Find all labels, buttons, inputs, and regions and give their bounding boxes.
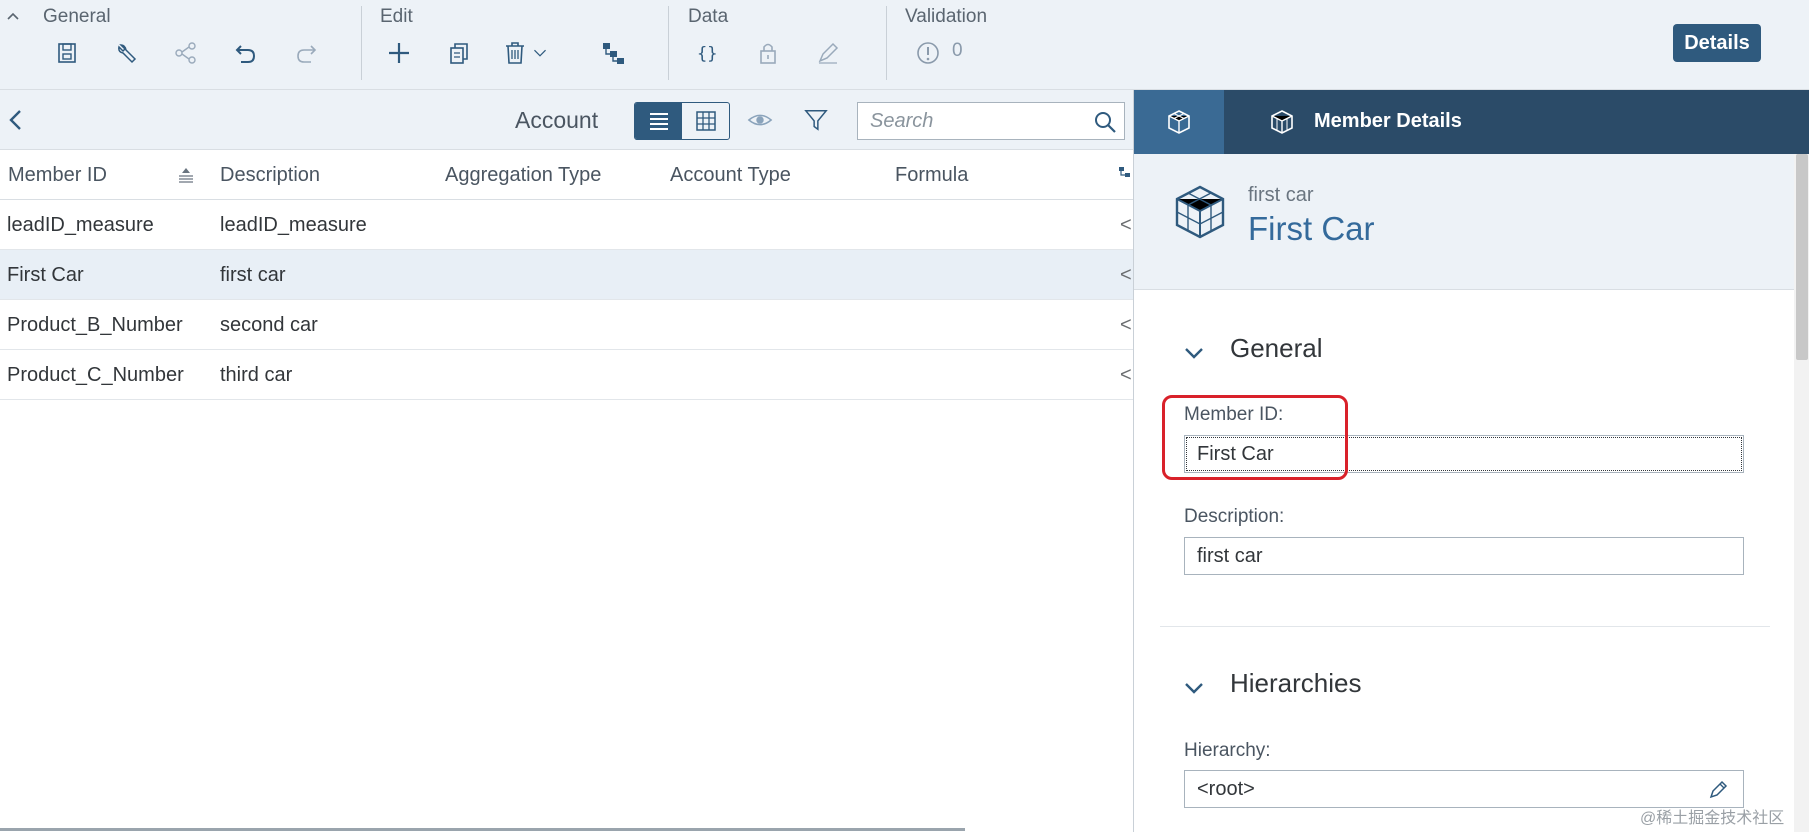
list-icon xyxy=(649,113,668,130)
cell-truncated: < xyxy=(1120,364,1132,386)
toolbar-separator xyxy=(668,6,669,80)
member-id-field[interactable]: First Car xyxy=(1184,435,1744,473)
wrench-icon[interactable] xyxy=(110,36,144,70)
toolbar-separator xyxy=(886,6,887,80)
cell-member-id: leadID_measure xyxy=(7,214,154,236)
table-row[interactable]: Product_B_Number second car < xyxy=(0,300,1133,350)
edit-pen-icon[interactable] xyxy=(811,36,845,70)
back-arrow-icon[interactable] xyxy=(4,106,28,134)
table-row[interactable]: Product_C_Number third car < xyxy=(0,350,1133,400)
column-header-aggregation-type[interactable]: Aggregation Type xyxy=(445,164,601,187)
horizontal-scrollbar[interactable] xyxy=(0,828,965,831)
cell-member-id: Product_C_Number xyxy=(7,364,184,386)
group-label-data: Data xyxy=(688,6,729,27)
pencil-icon[interactable] xyxy=(1707,779,1729,801)
hierarchy-field[interactable]: <root> xyxy=(1184,770,1744,808)
cell-description: third car xyxy=(220,364,293,386)
column-header-account-type[interactable]: Account Type xyxy=(670,164,791,187)
warning-circle-icon[interactable] xyxy=(911,36,945,70)
tab-dimension[interactable] xyxy=(1134,90,1224,154)
table-row[interactable]: leadID_measure leadID_measure < xyxy=(0,200,1133,250)
chevron-down-icon xyxy=(1185,348,1203,359)
add-icon[interactable] xyxy=(382,36,416,70)
object-header: first car First Car xyxy=(1134,154,1794,290)
svg-text:{}: {} xyxy=(697,44,717,64)
details-panel-header: Member Details xyxy=(1134,90,1809,154)
list-view-button[interactable] xyxy=(635,103,682,139)
hierarchy-value: <root> xyxy=(1197,777,1255,800)
chevron-down-icon xyxy=(1185,683,1203,694)
hierarchy-icon xyxy=(1119,167,1130,177)
hierarchy-label: Hierarchy: xyxy=(1184,740,1271,761)
redo-icon[interactable] xyxy=(289,36,323,70)
scrollbar-thumb[interactable] xyxy=(1796,154,1808,360)
cell-member-id: First Car xyxy=(7,264,84,286)
group-label-edit: Edit xyxy=(380,6,413,27)
copy-icon[interactable] xyxy=(442,36,476,70)
grid-subbar: Account xyxy=(0,90,1133,150)
cube-icon xyxy=(1168,110,1190,134)
vertical-scrollbar xyxy=(1794,154,1809,832)
member-grid-pane: Account Member ID Description Aggregatio… xyxy=(0,90,1133,832)
dimension-label: Account xyxy=(515,107,599,133)
undo-icon[interactable] xyxy=(229,36,263,70)
group-label-validation: Validation xyxy=(905,6,988,27)
cell-description: first car xyxy=(220,264,286,286)
cell-description: second car xyxy=(220,314,318,336)
column-header-member-id[interactable]: Member ID xyxy=(8,164,107,187)
details-button[interactable]: Details xyxy=(1673,24,1761,62)
chevron-up-icon[interactable] xyxy=(4,8,22,26)
validation-count: 0 xyxy=(952,40,963,61)
description-field[interactable]: first car xyxy=(1184,537,1744,575)
object-title: First Car xyxy=(1248,210,1375,247)
column-header-formula[interactable]: Formula xyxy=(895,164,968,187)
section-title-hierarchies: Hierarchies xyxy=(1230,668,1362,698)
chevron-down-icon[interactable] xyxy=(528,36,552,70)
delete-icon[interactable] xyxy=(498,36,532,70)
panel-title: Member Details xyxy=(1314,110,1462,132)
member-id-label: Member ID: xyxy=(1184,404,1284,425)
section-divider xyxy=(1160,626,1770,627)
grid-header-row: Member ID Description Aggregation Type A… xyxy=(0,150,1133,200)
table-row-selected[interactable]: First Car first car < xyxy=(0,250,1133,300)
grid-icon xyxy=(695,111,716,131)
formula-braces-icon[interactable]: {} xyxy=(691,36,725,70)
cell-member-id: Product_B_Number xyxy=(7,314,183,336)
share-icon[interactable] xyxy=(169,36,203,70)
cell-truncated: < xyxy=(1120,314,1132,336)
cube-icon xyxy=(1271,110,1293,134)
filter-icon[interactable] xyxy=(800,104,832,136)
lock-icon[interactable] xyxy=(751,36,785,70)
member-details-panel: Member Details first car First Car Gener… xyxy=(1133,90,1809,832)
search-field[interactable] xyxy=(857,102,1125,140)
grid-view-button[interactable] xyxy=(682,103,729,139)
section-title-general: General xyxy=(1230,333,1323,363)
description-label: Description: xyxy=(1184,506,1285,527)
toolbar: General Edit Data {} Validation 0 Detail… xyxy=(0,0,1809,90)
cell-truncated: < xyxy=(1120,264,1132,286)
cube-icon xyxy=(1175,185,1225,239)
view-toggle xyxy=(634,102,730,140)
eye-icon[interactable] xyxy=(744,104,776,136)
search-icon[interactable] xyxy=(1092,109,1118,135)
group-label-general: General xyxy=(43,6,111,27)
sort-icon[interactable] xyxy=(176,165,196,185)
object-subtitle: first car xyxy=(1248,184,1314,206)
hierarchy-icon[interactable] xyxy=(596,36,630,70)
column-header-description[interactable]: Description xyxy=(220,164,320,187)
tab-member-details[interactable] xyxy=(1252,90,1312,154)
cell-truncated: < xyxy=(1120,214,1132,236)
toolbar-separator xyxy=(361,6,362,80)
cell-description: leadID_measure xyxy=(220,214,367,236)
watermark: @稀土掘金技术社区 xyxy=(1640,810,1785,827)
save-icon[interactable] xyxy=(50,36,84,70)
search-input[interactable] xyxy=(858,103,1078,139)
